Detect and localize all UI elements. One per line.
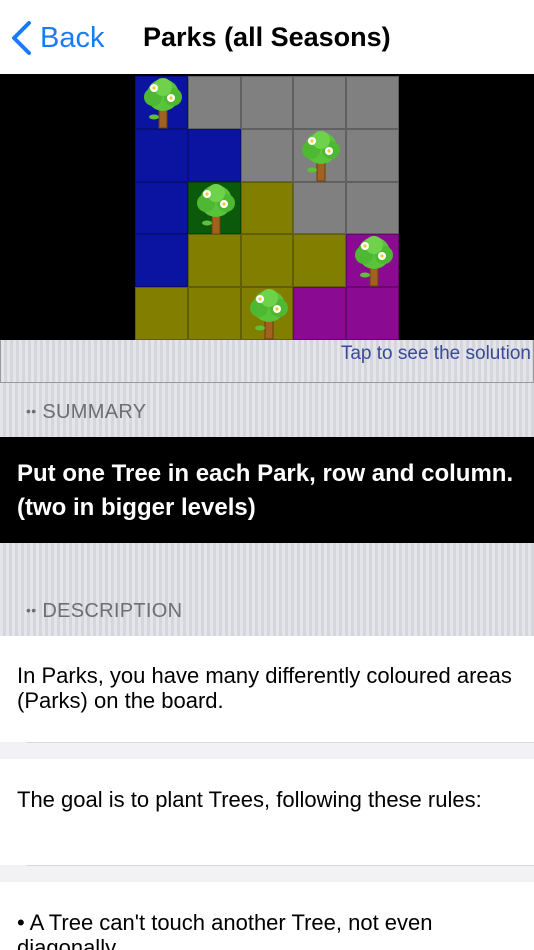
description-item: The goal is to plant Trees, following th…	[0, 759, 534, 865]
summary-header: •• SUMMARY	[26, 401, 147, 423]
grid-cell[interactable]	[187, 128, 241, 182]
navigation-bar: Back Parks (all Seasons)	[0, 0, 534, 75]
summary-cell: Put one Tree in each Park, row and colum…	[0, 437, 534, 543]
description-item: In Parks, you have many differently colo…	[0, 636, 534, 742]
page-title: Parks (all Seasons)	[143, 22, 391, 52]
puzzle-preview[interactable]	[0, 74, 534, 340]
description-text: • A Tree can't touch another Tree, not e…	[17, 910, 433, 950]
grid-cell[interactable]	[346, 287, 399, 340]
separator	[26, 865, 534, 866]
grid-cell[interactable]	[187, 76, 241, 129]
tree-icon	[302, 130, 341, 182]
grid-cell[interactable]	[346, 234, 399, 288]
grid-cell[interactable]	[346, 76, 399, 129]
tree-icon	[355, 236, 394, 287]
grid-cell[interactable]	[240, 128, 294, 182]
dots-icon: ••	[26, 403, 37, 419]
summary-header-bar: •• SUMMARY	[0, 383, 534, 437]
grid-cell[interactable]	[240, 287, 294, 340]
grid-cell[interactable]	[135, 181, 188, 235]
grid-cell[interactable]	[135, 287, 188, 340]
back-label: Back	[40, 21, 105, 54]
grid-cell[interactable]	[346, 128, 399, 182]
grid-cell[interactable]	[293, 76, 347, 129]
tree-icon	[144, 78, 182, 129]
description-text: The goal is to plant Trees, following th…	[17, 787, 482, 812]
chevron-left-icon	[12, 21, 31, 55]
separator	[26, 742, 534, 743]
solution-bar[interactable]: Tap to see the solution	[0, 340, 534, 383]
solution-link[interactable]: Tap to see the solution	[341, 343, 531, 365]
grid-cell[interactable]	[346, 181, 399, 235]
summary-text: Put one Tree in each Park, row and colum…	[17, 460, 514, 521]
tree-icon	[249, 289, 288, 340]
grid-cell[interactable]	[293, 128, 347, 182]
description-header-bar: •• DESCRIPTION	[0, 543, 534, 636]
grid-cell[interactable]	[293, 287, 347, 340]
puzzle-grid[interactable]	[135, 76, 399, 340]
grid-cell[interactable]	[240, 234, 294, 288]
description-text: In Parks, you have many differently colo…	[17, 663, 512, 713]
back-button[interactable]: Back	[10, 16, 104, 60]
grid-cell[interactable]	[240, 181, 294, 235]
description-item: • A Tree can't touch another Tree, not e…	[0, 882, 534, 950]
tree-icon	[196, 183, 235, 235]
grid-cell[interactable]	[187, 234, 241, 288]
grid-cell[interactable]	[135, 76, 188, 129]
grid-cell[interactable]	[293, 181, 347, 235]
description-header: •• DESCRIPTION	[26, 600, 183, 622]
cell-gap	[0, 742, 534, 759]
grid-cell[interactable]	[240, 76, 294, 129]
cell-gap	[0, 865, 534, 882]
dots-icon: ••	[26, 602, 37, 618]
grid-cell[interactable]	[293, 234, 347, 288]
grid-cell[interactable]	[187, 287, 241, 340]
grid-cell[interactable]	[135, 128, 188, 182]
grid-cell[interactable]	[187, 181, 241, 235]
grid-cell[interactable]	[135, 234, 188, 288]
